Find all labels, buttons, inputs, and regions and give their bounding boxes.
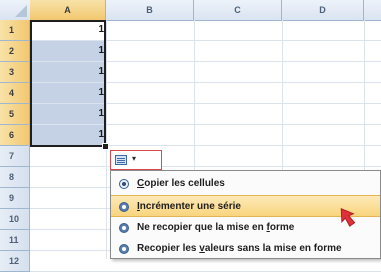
menu-item-copy-cells[interactable]: Copier les cellules	[111, 173, 380, 195]
radio-icon	[119, 223, 129, 233]
cell-a12[interactable]	[31, 251, 106, 271]
fill-handle[interactable]	[102, 143, 109, 150]
autofill-options-icon	[115, 155, 127, 165]
spreadsheet: A B C D 1 2 3 4 5 6 7 8 9 10 11 12 111111 ▾ Copier …	[0, 0, 381, 272]
column-header-e[interactable]	[364, 0, 381, 20]
cell-a11[interactable]	[31, 230, 106, 250]
column-header-d[interactable]: D	[282, 0, 364, 20]
column-gridline	[106, 20, 107, 259]
chevron-down-icon: ▾	[132, 154, 137, 163]
row-header-7[interactable]: 7	[0, 146, 30, 167]
menu-item-label: Ne recopier que la mise en forme	[137, 222, 295, 233]
row-header-10[interactable]: 10	[0, 209, 30, 230]
radio-icon	[119, 202, 129, 212]
radio-icon	[119, 179, 129, 189]
row-header-4[interactable]: 4	[0, 83, 30, 104]
column-header-a[interactable]: A	[30, 0, 106, 20]
row-header-9[interactable]: 9	[0, 188, 30, 209]
mouse-pointer-icon	[340, 208, 356, 227]
cell-a10[interactable]	[31, 209, 106, 229]
menu-item-label: Recopier les valeurs sans la mise en for…	[137, 243, 342, 254]
select-all-corner[interactable]	[0, 0, 31, 20]
row-header-8[interactable]: 8	[0, 167, 30, 188]
menu-item-label: Copier les cellules	[137, 178, 225, 189]
row-header-3[interactable]: 3	[0, 62, 30, 83]
radio-icon	[119, 244, 129, 254]
menu-item-label: Incrémenter une série	[137, 201, 241, 212]
row-header-5[interactable]: 5	[0, 104, 30, 125]
row-header-12[interactable]: 12	[0, 251, 30, 272]
row-header-2[interactable]: 2	[0, 41, 30, 62]
column-header-b[interactable]: B	[106, 0, 194, 20]
row-header-6[interactable]: 6	[0, 125, 30, 146]
row-header-11[interactable]: 11	[0, 230, 30, 251]
selection-range-border	[30, 20, 106, 147]
column-header-row: A B C D	[0, 0, 381, 21]
auto-fill-options-button[interactable]: ▾	[110, 150, 162, 170]
cell-a9[interactable]	[31, 188, 106, 208]
menu-item-fill-without-formatting[interactable]: Recopier les valeurs sans la mise en for…	[111, 238, 380, 260]
column-header-c[interactable]: C	[194, 0, 282, 20]
row-header-1[interactable]: 1	[0, 20, 30, 41]
cell-a7[interactable]	[31, 146, 106, 166]
cell-a8[interactable]	[31, 167, 106, 187]
